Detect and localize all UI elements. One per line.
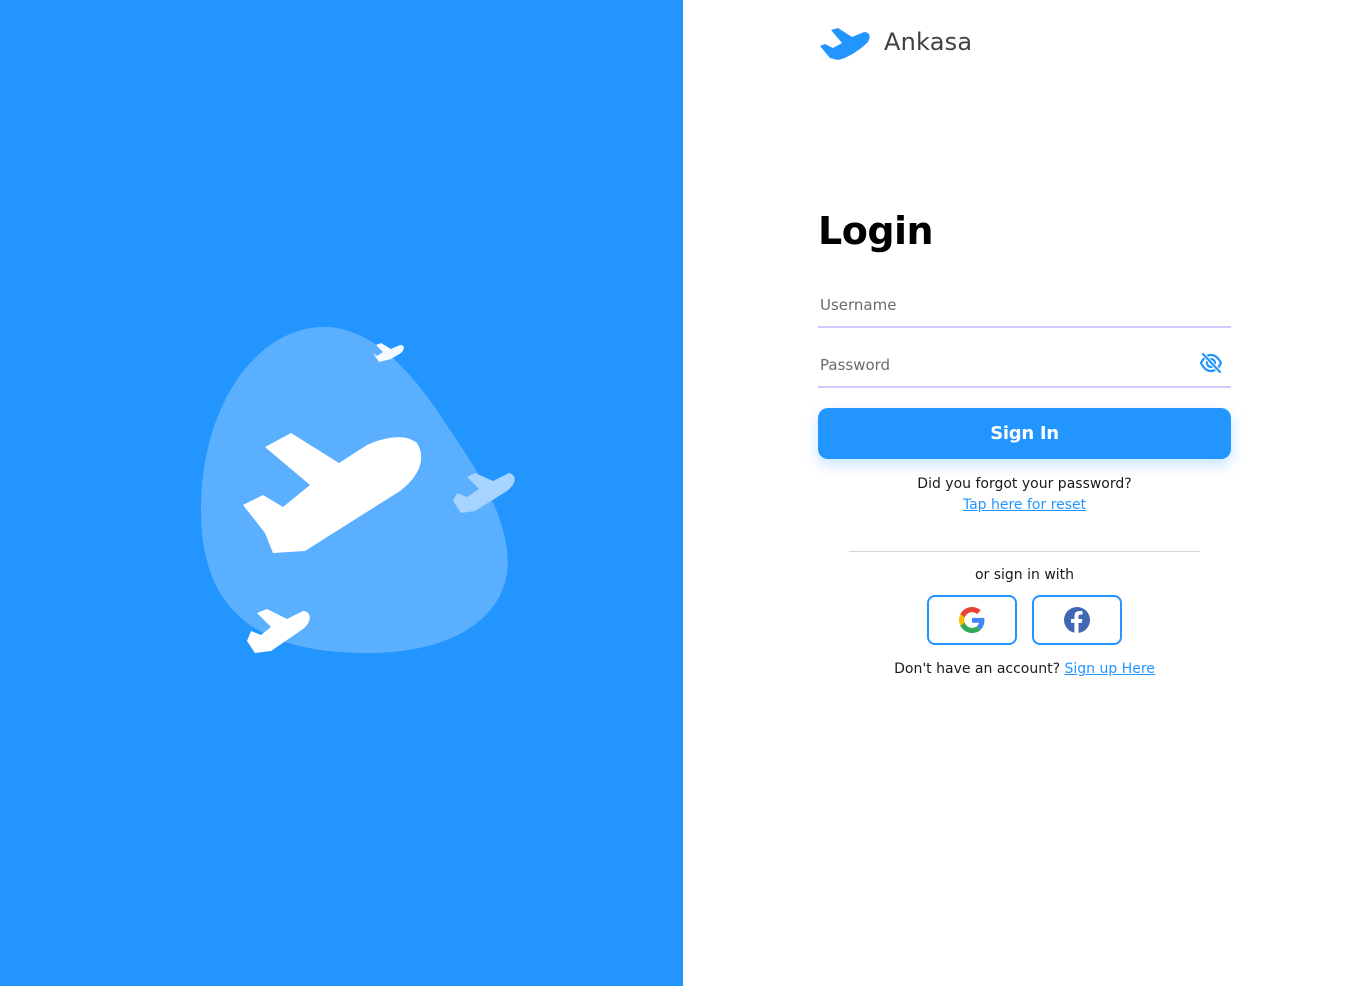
facebook-sign-in-button[interactable] xyxy=(1032,595,1122,645)
google-sign-in-button[interactable] xyxy=(927,595,1017,645)
no-account-text: Don't have an account? xyxy=(894,661,1061,677)
plane-icon xyxy=(820,28,870,60)
page-title: Login xyxy=(818,209,934,253)
reset-link-row: Tap here for reset xyxy=(818,497,1231,513)
login-panel: Ankasa Login Sign In Did you forgot your… xyxy=(683,0,1366,986)
password-field xyxy=(818,346,1231,388)
divider xyxy=(849,551,1200,552)
username-input[interactable] xyxy=(818,286,1231,324)
forgot-password-text: Did you forgot your password? xyxy=(917,476,1132,492)
google-icon xyxy=(959,607,985,633)
or-sign-in-text: or sign in with xyxy=(974,567,1075,583)
eye-slash-icon[interactable] xyxy=(1199,352,1223,374)
signup-row: Don't have an account? Sign up Here xyxy=(818,661,1231,677)
brand: Ankasa xyxy=(818,22,972,62)
brand-name: Ankasa xyxy=(884,28,973,56)
sign-up-link[interactable]: Sign up Here xyxy=(1064,661,1154,677)
password-input[interactable] xyxy=(818,346,1231,384)
facebook-icon xyxy=(1064,607,1090,633)
planes-illustration xyxy=(200,326,515,654)
username-field xyxy=(818,286,1231,328)
sign-in-button[interactable]: Sign In xyxy=(818,408,1231,459)
hero-panel xyxy=(0,0,683,986)
reset-password-link[interactable]: Tap here for reset xyxy=(963,497,1086,513)
